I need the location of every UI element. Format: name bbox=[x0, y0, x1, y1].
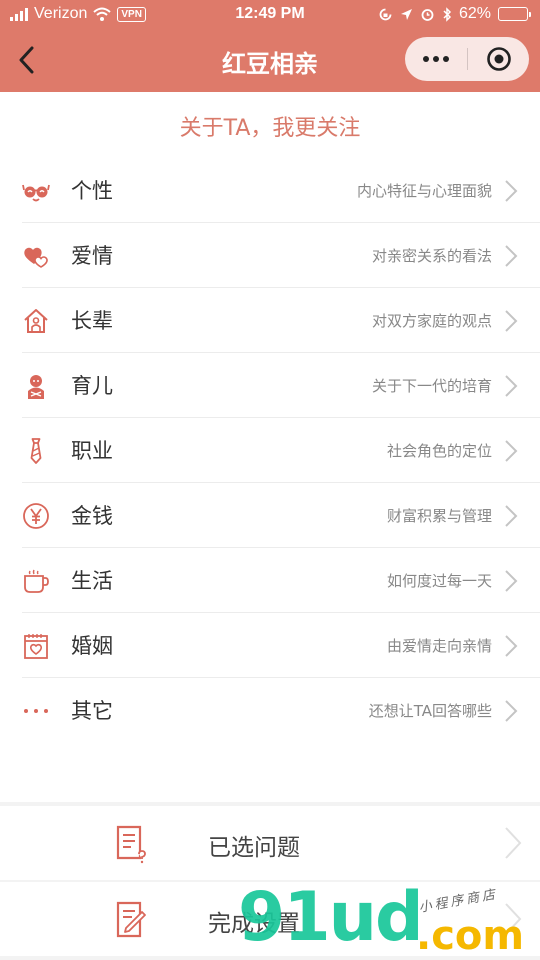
status-bar: Verizon VPN 12:49 PM 62% bbox=[0, 0, 540, 30]
category-row-personality[interactable]: 个性 内心特征与心理面貌 bbox=[22, 158, 540, 223]
more-dot-icon bbox=[433, 56, 439, 62]
bottom-actions: 已选问题 完成设置 bbox=[0, 802, 540, 960]
calendar-heart-icon bbox=[22, 632, 50, 660]
category-list: 个性 内心特征与心理面貌 爱情 对亲密关系的看法 长辈 对双方家庭的观点 育儿 … bbox=[0, 158, 540, 743]
category-row-other[interactable]: 其它 还想让TA回答哪些 bbox=[22, 678, 540, 743]
finish-setup-button[interactable]: 完成设置 bbox=[0, 882, 540, 956]
chevron-right-icon bbox=[505, 180, 518, 202]
category-label: 生活 bbox=[71, 569, 113, 593]
category-desc: 对双方家庭的观点 bbox=[371, 312, 492, 330]
location-icon bbox=[400, 8, 412, 20]
selected-questions-label: 已选问题 bbox=[208, 835, 300, 861]
chevron-right-icon bbox=[505, 700, 518, 722]
category-label: 爱情 bbox=[71, 244, 113, 268]
back-arrow-icon bbox=[19, 46, 34, 74]
header: Verizon VPN 12:49 PM 62% 红豆相亲 bbox=[0, 0, 540, 92]
more-dots-icon bbox=[22, 697, 50, 725]
category-row-money[interactable]: 金钱 财富积累与管理 bbox=[22, 483, 540, 548]
category-label: 长辈 bbox=[71, 309, 113, 333]
category-row-love[interactable]: 爱情 对亲密关系的看法 bbox=[22, 223, 540, 288]
section-title: 关于TA，我更关注 bbox=[179, 116, 361, 141]
mini-program-capsule bbox=[405, 37, 529, 81]
category-desc: 由爱情走向亲情 bbox=[386, 637, 492, 655]
document-question-icon bbox=[116, 825, 146, 864]
bluetooth-icon bbox=[443, 6, 452, 22]
chevron-right-icon bbox=[505, 827, 522, 859]
chevron-right-icon bbox=[505, 245, 518, 267]
category-label: 育儿 bbox=[71, 374, 113, 398]
target-close-icon bbox=[486, 47, 511, 71]
rotation-lock-icon bbox=[379, 8, 392, 20]
battery-icon bbox=[498, 7, 531, 21]
more-dot-icon bbox=[423, 56, 429, 62]
category-label: 其它 bbox=[71, 699, 113, 723]
hearts-icon bbox=[22, 242, 50, 270]
category-desc: 还想让TA回答哪些 bbox=[368, 702, 492, 720]
close-miniprogram-button[interactable] bbox=[468, 37, 529, 81]
selected-questions-button[interactable]: 已选问题 bbox=[0, 806, 540, 880]
category-desc: 关于下一代的培育 bbox=[371, 377, 492, 395]
battery-percent: 62% bbox=[458, 5, 491, 22]
nav-bar: 红豆相亲 bbox=[0, 30, 540, 92]
house-icon bbox=[22, 307, 50, 335]
category-desc: 内心特征与心理面貌 bbox=[356, 182, 492, 200]
category-row-parenting[interactable]: 育儿 关于下一代的培育 bbox=[22, 353, 540, 418]
more-button[interactable] bbox=[405, 37, 467, 81]
status-right: 62% bbox=[378, 5, 531, 23]
category-row-life[interactable]: 生活 如何度过每一天 bbox=[22, 548, 540, 613]
yuan-icon bbox=[22, 502, 50, 530]
chevron-right-icon bbox=[505, 440, 518, 462]
chevron-right-icon bbox=[505, 570, 518, 592]
category-label: 个性 bbox=[71, 179, 113, 203]
cup-icon bbox=[22, 567, 50, 595]
finish-setup-label: 完成设置 bbox=[208, 911, 300, 937]
alarm-icon bbox=[421, 8, 434, 21]
chevron-right-icon bbox=[505, 505, 518, 527]
category-desc: 财富积累与管理 bbox=[386, 507, 492, 525]
category-label: 婚姻 bbox=[71, 634, 113, 658]
category-label: 金钱 bbox=[71, 504, 113, 528]
category-row-marriage[interactable]: 婚姻 由爱情走向亲情 bbox=[22, 613, 540, 678]
chevron-right-icon bbox=[505, 310, 518, 332]
glasses-icon bbox=[22, 177, 50, 205]
chevron-right-icon bbox=[505, 375, 518, 397]
baby-icon bbox=[22, 372, 50, 400]
chevron-right-icon bbox=[505, 903, 522, 935]
document-edit-icon bbox=[116, 901, 146, 938]
category-desc: 如何度过每一天 bbox=[386, 572, 492, 590]
tie-icon bbox=[22, 437, 50, 465]
more-dot-icon bbox=[443, 56, 449, 62]
category-desc: 对亲密关系的看法 bbox=[371, 247, 492, 265]
category-row-career[interactable]: 职业 社会角色的定位 bbox=[22, 418, 540, 483]
category-row-elders[interactable]: 长辈 对双方家庭的观点 bbox=[22, 288, 540, 353]
category-label: 职业 bbox=[71, 439, 113, 463]
back-button[interactable] bbox=[8, 40, 44, 80]
category-desc: 社会角色的定位 bbox=[386, 442, 492, 460]
chevron-right-icon bbox=[505, 635, 518, 657]
